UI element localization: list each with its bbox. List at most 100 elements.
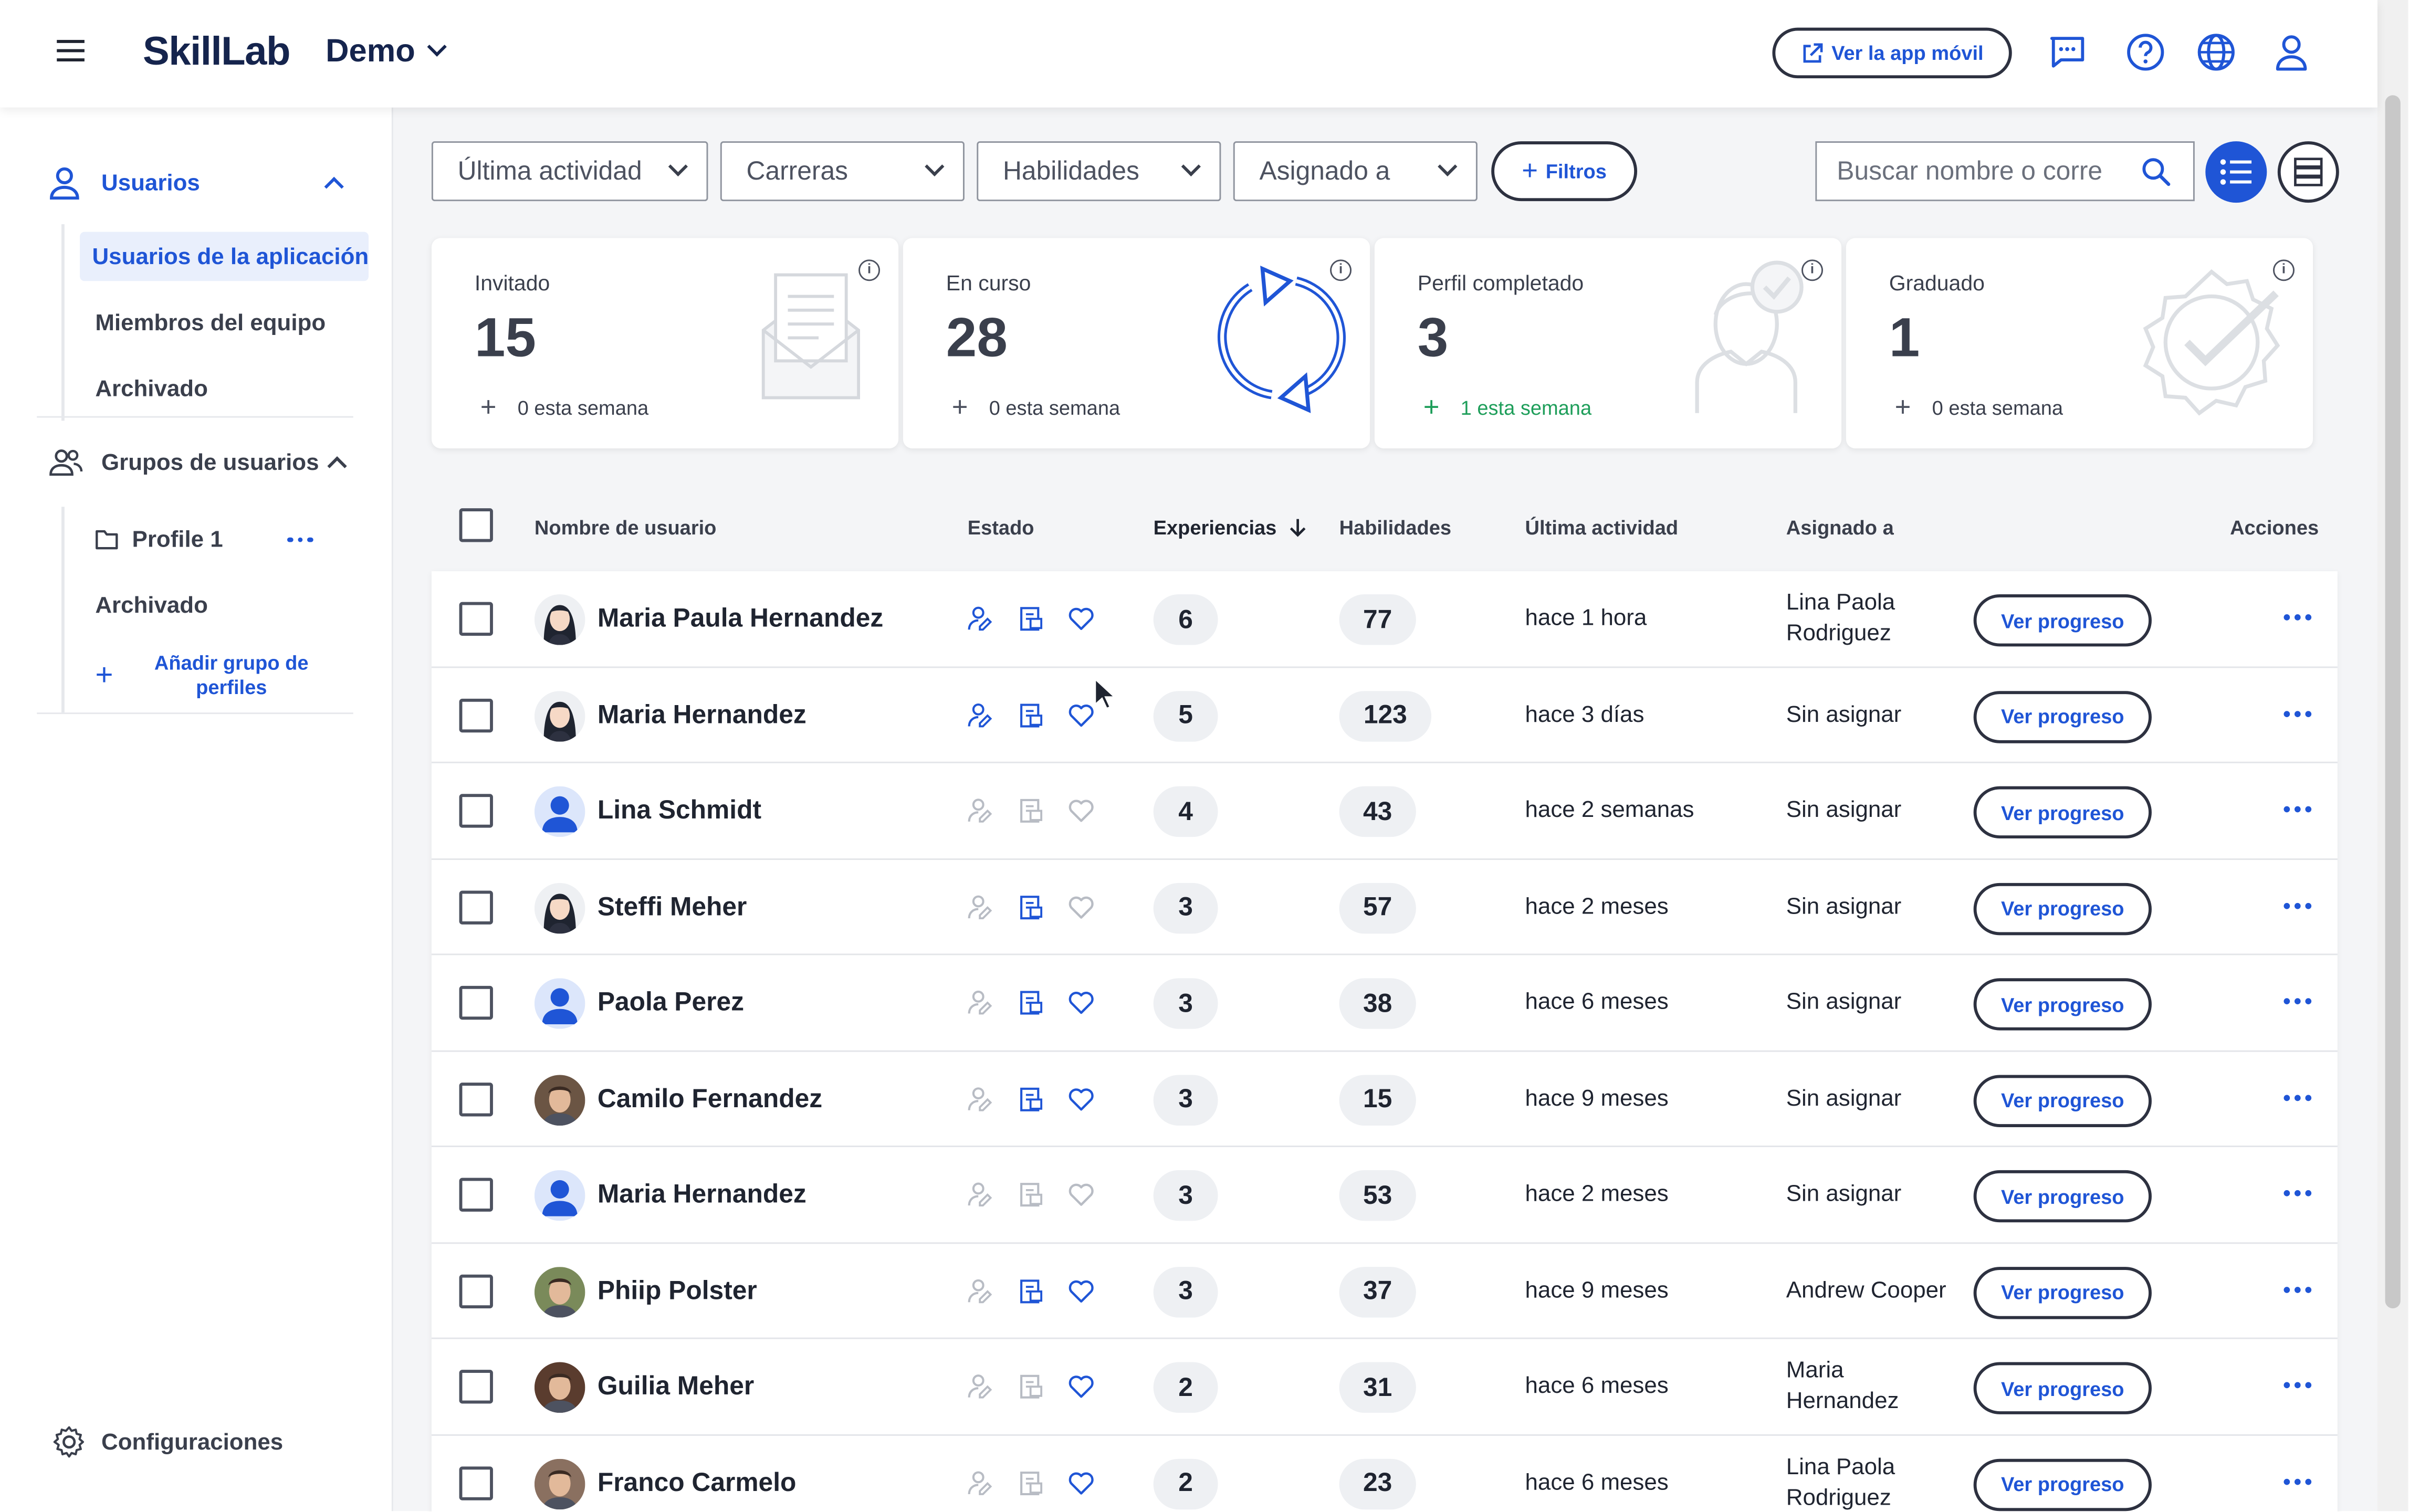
org-selector[interactable]: Demo <box>326 34 447 70</box>
sidebar-item-profile-1[interactable]: Profile 1 <box>65 507 316 573</box>
mobile-app-button[interactable]: Ver la app móvil <box>1772 27 2012 79</box>
stat-card-perfil-completado[interactable]: Perfil completado 3 +1 esta semana i <box>1374 238 1842 449</box>
view-progress-button[interactable]: Ver progreso <box>1973 786 2152 839</box>
row-checkbox[interactable] <box>459 1274 493 1308</box>
sidebar-item-archivado[interactable]: Archivado <box>65 356 369 423</box>
view-progress-button[interactable]: Ver progreso <box>1973 978 2152 1031</box>
col-asignado[interactable]: Asignado a <box>1786 516 1894 539</box>
row-checkbox[interactable] <box>459 1370 493 1404</box>
stat-card-graduado[interactable]: Graduado 1 +0 esta semana i <box>1846 238 2313 449</box>
more-icon[interactable] <box>2284 902 2312 909</box>
row-checkbox[interactable] <box>459 698 493 732</box>
profile-edit-icon <box>966 989 994 1017</box>
plus-icon: + <box>951 391 968 423</box>
table-row[interactable]: Phiip Polster 3 37 hace 9 meses Andrew Coope… <box>431 1243 2338 1339</box>
settings-link[interactable]: Configuraciones <box>52 1425 283 1458</box>
document-icon <box>1017 989 1044 1017</box>
more-icon[interactable] <box>2284 614 2312 621</box>
user-icon[interactable] <box>2270 31 2313 74</box>
stat-card-invitado[interactable]: Invitado 15 +0 esta semana i <box>431 238 899 449</box>
row-checkbox[interactable] <box>459 1178 493 1212</box>
table-row[interactable]: Guilia Meher 2 31 hace 6 meses Maria Hernand… <box>431 1339 2338 1435</box>
user-name[interactable]: Camilo Fernandez <box>598 1084 822 1115</box>
card-view-button[interactable] <box>2277 141 2339 203</box>
row-checkbox[interactable] <box>459 602 493 636</box>
col-estado[interactable]: Estado <box>968 516 1034 539</box>
skills-count: 38 <box>1339 978 1416 1029</box>
more-icon[interactable] <box>2284 1094 2312 1100</box>
more-icon[interactable] <box>2284 998 2312 1004</box>
table-row[interactable]: Maria Hernandez 3 53 hace 2 meses Sin asigna… <box>431 1147 2338 1243</box>
sidebar-section-grupos[interactable]: Grupos de usuarios <box>37 439 353 486</box>
view-progress-button[interactable]: Ver progreso <box>1973 594 2152 647</box>
user-name[interactable]: Maria Hernandez <box>598 1179 807 1210</box>
view-progress-button[interactable]: Ver progreso <box>1973 1170 2152 1223</box>
more-icon[interactable] <box>2284 710 2312 717</box>
col-nombre[interactable]: Nombre de usuario <box>535 516 717 539</box>
chat-icon[interactable] <box>2046 31 2089 74</box>
sidebar-item-usuarios-aplicacion[interactable]: Usuarios de la aplicación <box>80 232 369 281</box>
table-row[interactable]: Maria Hernandez 5 123 hace 3 días Sin asigna… <box>431 667 2338 763</box>
select-all-checkbox[interactable] <box>459 508 493 542</box>
page-scrollbar[interactable] <box>2377 0 2408 1511</box>
row-checkbox[interactable] <box>459 1082 493 1116</box>
view-progress-button[interactable]: Ver progreso <box>1973 1458 2152 1510</box>
view-progress-button[interactable]: Ver progreso <box>1973 1362 2152 1414</box>
user-name[interactable]: Lina Schmidt <box>598 795 761 826</box>
user-name[interactable]: Maria Paula Hernandez <box>598 604 883 635</box>
row-checkbox[interactable] <box>459 890 493 924</box>
table-row[interactable]: Lina Schmidt 4 43 hace 2 semanas Sin asignar… <box>431 763 2338 859</box>
more-icon[interactable] <box>2284 1190 2312 1196</box>
user-name[interactable]: Franco Carmelo <box>598 1467 797 1498</box>
user-name[interactable]: Guilia Meher <box>598 1371 754 1402</box>
scrollbar-thumb[interactable] <box>2385 95 2401 1309</box>
filter-habilidades[interactable]: Habilidades <box>977 141 1221 202</box>
filters-button[interactable]: + Filtros <box>1491 141 1638 202</box>
row-checkbox[interactable] <box>459 794 493 828</box>
table-row[interactable]: Paola Perez 3 38 hace 6 meses Sin asignar Ver… <box>431 955 2338 1052</box>
more-icon[interactable] <box>2284 1478 2312 1485</box>
help-icon[interactable] <box>2124 31 2167 74</box>
add-group-button[interactable]: + Añadir grupo de perfiles <box>65 639 316 712</box>
view-progress-button[interactable]: Ver progreso <box>1973 1266 2152 1319</box>
row-checkbox[interactable] <box>459 1465 493 1500</box>
user-name[interactable]: Steffi Meher <box>598 891 747 922</box>
col-experiencias[interactable]: Experiencias <box>1154 516 1307 539</box>
row-checkbox[interactable] <box>459 985 493 1020</box>
stat-card-en-curso[interactable]: En curso 28 +0 esta semana i <box>903 238 1370 449</box>
table-row[interactable]: Camilo Fernandez 3 15 hace 9 meses Sin asign… <box>431 1051 2338 1147</box>
filter-asignado[interactable]: Asignado a <box>1233 141 1478 202</box>
search-input[interactable]: Buscar nombre o corre <box>1815 141 2195 202</box>
card-week-text: 1 esta semana <box>1460 396 1592 419</box>
view-progress-button[interactable]: Ver progreso <box>1973 690 2152 743</box>
view-progress-button[interactable]: Ver progreso <box>1973 1074 2152 1127</box>
search-icon[interactable] <box>2141 156 2171 187</box>
more-icon[interactable] <box>2284 806 2312 813</box>
assigned-to: Sin asignar <box>1786 1085 1902 1111</box>
view-progress-button[interactable]: Ver progreso <box>1973 882 2152 934</box>
more-icon[interactable] <box>2284 1382 2312 1389</box>
more-icon[interactable] <box>2284 1286 2312 1293</box>
menu-icon[interactable] <box>57 40 85 61</box>
col-habilidades[interactable]: Habilidades <box>1339 516 1451 539</box>
avatar <box>534 1362 585 1413</box>
sidebar-item-grupos-archivado[interactable]: Archivado <box>65 573 316 639</box>
globe-icon[interactable] <box>2195 31 2238 74</box>
filter-carreras[interactable]: Carreras <box>720 141 965 202</box>
sidebar-item-miembros-equipo[interactable]: Miembros del equipo <box>65 290 369 356</box>
list-view-button[interactable] <box>2205 141 2267 203</box>
col-ultima-actividad[interactable]: Última actividad <box>1525 516 1679 539</box>
table-row[interactable]: Steffi Meher 3 57 hace 2 meses Sin asignar Ve… <box>431 859 2338 956</box>
user-name[interactable]: Maria Hernandez <box>598 699 807 730</box>
table-row[interactable]: Maria Paula Hernandez 6 77 hace 1 hora Lina … <box>431 571 2338 667</box>
filter-ultima-actividad[interactable]: Última actividad <box>431 141 708 202</box>
more-icon[interactable] <box>287 537 313 543</box>
user-name[interactable]: Phiip Polster <box>598 1275 757 1306</box>
sidebar-section-usuarios[interactable]: Usuarios <box>37 160 353 206</box>
chevron-up-icon[interactable] <box>324 176 344 196</box>
table-row[interactable]: Franco Carmelo 2 23 hace 6 meses Lina Paola … <box>432 1435 2338 1512</box>
chevron-up-icon[interactable] <box>327 455 347 475</box>
brand-logo[interactable]: SkillLab <box>143 28 290 76</box>
user-name[interactable]: Paola Perez <box>598 988 744 1018</box>
assigned-to: Sin asignar <box>1786 1181 1902 1208</box>
